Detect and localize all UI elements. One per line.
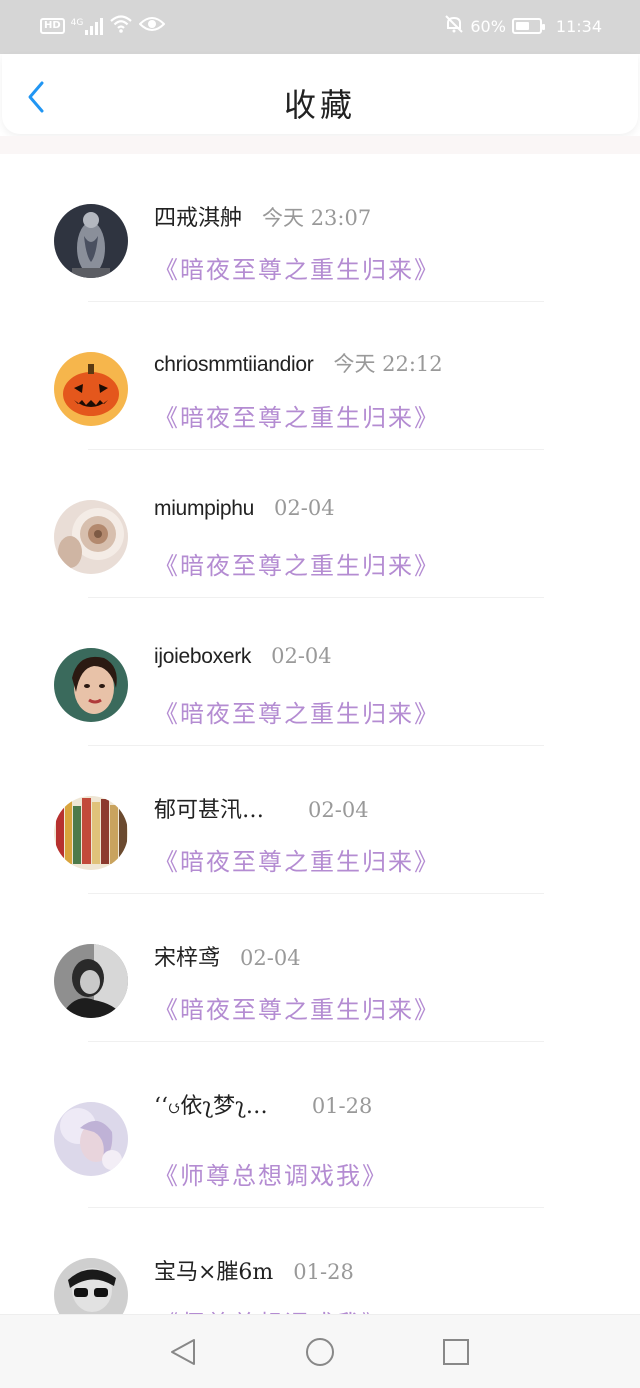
avatar[interactable] bbox=[54, 648, 128, 722]
username: 宝马×膗6m bbox=[154, 1260, 274, 1285]
timestamp: 01-28 bbox=[293, 1260, 354, 1284]
battery-percent: 60% bbox=[470, 16, 506, 36]
list-item[interactable]: ‘‘ၒ依ʅ梦ʅ… 01-28 《师尊总想调戏我》 bbox=[0, 1042, 640, 1208]
system-nav-bar bbox=[0, 1314, 640, 1388]
favorites-list: 四戒淇舯 今天 23:07 《暗夜至尊之重生归来》 chriosmmtiiand… bbox=[0, 154, 640, 1314]
wifi-icon bbox=[109, 14, 133, 38]
timestamp: 今天 22:12 bbox=[333, 352, 443, 376]
bell-off-icon bbox=[444, 14, 464, 38]
list-item[interactable]: chriosmmtiiandior 今天 22:12 《暗夜至尊之重生归来》 bbox=[0, 302, 640, 450]
network-label: 4G bbox=[70, 17, 84, 28]
avatar[interactable] bbox=[54, 500, 128, 574]
signal-icon: 4G bbox=[70, 17, 104, 35]
header: 收藏 bbox=[2, 54, 638, 134]
book-title[interactable]: 《师尊总想调戏我》 bbox=[154, 1156, 388, 1191]
avatar[interactable] bbox=[54, 796, 128, 870]
book-title[interactable]: 《暗夜至尊之重生归来》 bbox=[154, 990, 440, 1025]
list-item[interactable]: ijoieboxerk 02-04 《暗夜至尊之重生归来》 bbox=[0, 598, 640, 746]
avatar[interactable] bbox=[54, 944, 128, 1018]
nav-back-button[interactable] bbox=[168, 1337, 198, 1367]
list-item[interactable]: 宋梓鸢 02-04 《暗夜至尊之重生归来》 bbox=[0, 894, 640, 1042]
timestamp: 02-04 bbox=[240, 946, 301, 970]
hd-icon: HD bbox=[40, 18, 65, 34]
timestamp: 01-28 bbox=[311, 1094, 373, 1118]
list-item[interactable]: miumpiphu 02-04 《暗夜至尊之重生归来》 bbox=[0, 450, 640, 598]
timestamp: 02-04 bbox=[271, 644, 332, 668]
book-title[interactable]: 《暗夜至尊之重生归来》 bbox=[154, 546, 440, 581]
book-title[interactable]: 《暗夜至尊之重生归来》 bbox=[154, 694, 440, 729]
username: ‘‘ၒ依ʅ梦ʅ… bbox=[154, 1094, 268, 1119]
triangle-back-icon bbox=[171, 1339, 195, 1365]
username: miumpiphu bbox=[154, 497, 255, 520]
header-shadow-band bbox=[0, 136, 640, 154]
circle-home-icon bbox=[306, 1338, 334, 1366]
timestamp: 02-04 bbox=[308, 798, 369, 822]
list-item[interactable]: 郁可甚汛… 02-04 《暗夜至尊之重生归来》 bbox=[0, 746, 640, 894]
book-title[interactable]: 《师尊总想调戏我》 bbox=[154, 1304, 388, 1314]
username: ijoieboxerk bbox=[154, 645, 252, 668]
nav-home-button[interactable] bbox=[305, 1337, 335, 1367]
username: 四戒淇舯 bbox=[154, 206, 243, 231]
status-time: 11:34 bbox=[555, 16, 602, 36]
username: 宋梓鸢 bbox=[154, 946, 221, 971]
status-left: HD 4G bbox=[40, 14, 166, 38]
battery-fill bbox=[515, 22, 530, 30]
book-title[interactable]: 《暗夜至尊之重生归来》 bbox=[154, 398, 440, 433]
eye-icon bbox=[138, 15, 166, 37]
book-title[interactable]: 《暗夜至尊之重生归来》 bbox=[154, 250, 440, 285]
avatar[interactable] bbox=[54, 1258, 128, 1314]
square-recents-icon bbox=[443, 1339, 469, 1365]
username: 郁可甚汛… bbox=[154, 798, 265, 823]
timestamp: 02-04 bbox=[274, 496, 335, 520]
avatar[interactable] bbox=[54, 352, 128, 426]
avatar[interactable] bbox=[54, 1102, 128, 1176]
status-right: 60% 11:34 bbox=[444, 14, 602, 38]
timestamp: 今天 23:07 bbox=[262, 206, 372, 230]
page-title: 收藏 bbox=[283, 86, 356, 124]
battery-icon bbox=[511, 18, 545, 34]
status-bar: HD 4G 60% 11:34 bbox=[0, 0, 640, 54]
avatar[interactable] bbox=[54, 204, 128, 278]
list-item[interactable]: 宝马×膗6m 01-28 《师尊总想调戏我》 bbox=[0, 1208, 640, 1314]
list-item[interactable]: 四戒淇舯 今天 23:07 《暗夜至尊之重生归来》 bbox=[0, 154, 640, 302]
nav-recents-button[interactable] bbox=[441, 1337, 471, 1367]
username: chriosmmtiiandior bbox=[154, 353, 314, 376]
book-title[interactable]: 《暗夜至尊之重生归来》 bbox=[154, 842, 440, 877]
